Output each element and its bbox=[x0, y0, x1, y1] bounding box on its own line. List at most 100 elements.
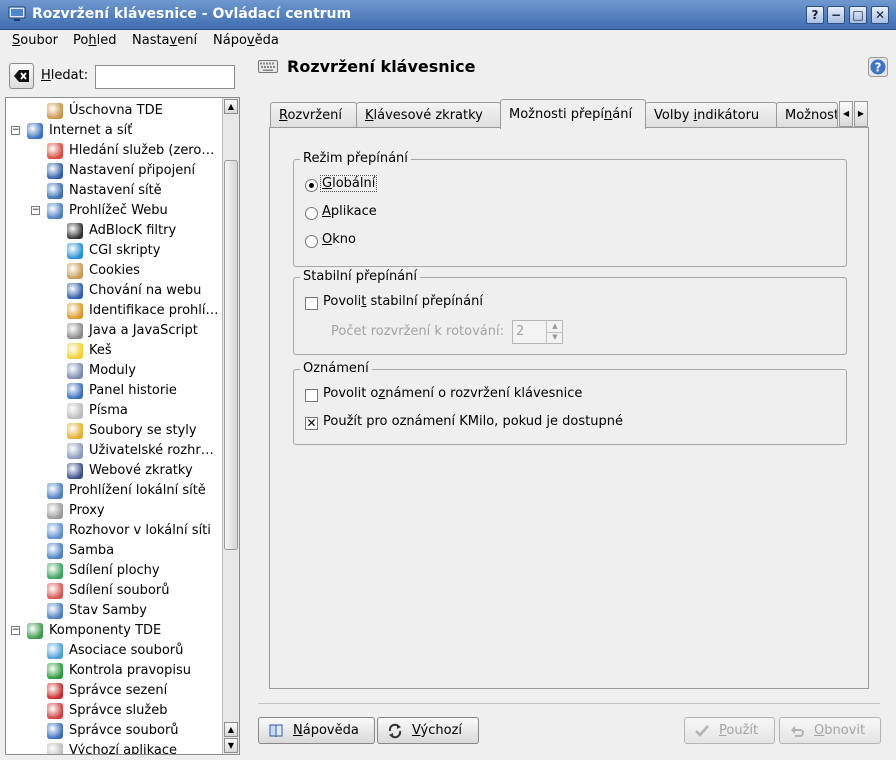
tree-scrollbar[interactable]: ▲ ▲ ▼ bbox=[222, 98, 239, 754]
tree-expander-icon[interactable]: − bbox=[31, 206, 40, 215]
tree-expander-icon[interactable]: − bbox=[11, 126, 20, 135]
tree-item[interactable]: Správce souborů bbox=[6, 721, 224, 741]
tree-item[interactable]: Proxy bbox=[6, 501, 224, 521]
scrollbar-thumb[interactable] bbox=[224, 160, 238, 550]
kmilo-notification-label[interactable]: Použít pro oznámení KMilo, pokud je dost… bbox=[323, 414, 623, 429]
tab-layout[interactable]: Rozvržení bbox=[270, 102, 357, 127]
close-button[interactable]: ✕ bbox=[871, 6, 889, 24]
tree-item[interactable]: Nastavení sítě bbox=[6, 181, 224, 201]
scroll-up-button-lower[interactable]: ▲ bbox=[224, 722, 238, 737]
tree-item[interactable]: Soubory se styly bbox=[6, 421, 224, 441]
tab-scroll-left-button[interactable]: ◀ bbox=[839, 101, 853, 127]
radio-window[interactable] bbox=[305, 235, 318, 248]
radio-global[interactable] bbox=[305, 179, 318, 192]
tree-item[interactable]: Písma bbox=[6, 401, 224, 421]
tab-layout-label-rest: ozvržení bbox=[287, 108, 342, 123]
tree-item[interactable]: Chování na webu bbox=[6, 281, 224, 301]
layout-notification-checkbox[interactable] bbox=[305, 389, 318, 402]
maximize-button[interactable]: □ bbox=[849, 6, 867, 24]
web-browser-icon bbox=[47, 203, 63, 219]
tree-item-label: Uživatelské rozhr… bbox=[89, 443, 214, 458]
kmilo-notification-checkbox[interactable]: ✕ bbox=[305, 417, 318, 430]
menu-settings[interactable]: Nastavení bbox=[132, 33, 197, 48]
tree-item[interactable]: AdBlocK filtry bbox=[6, 221, 224, 241]
menu-help-accel: v bbox=[246, 33, 255, 48]
tree-item[interactable]: Sdílení plochy bbox=[6, 561, 224, 581]
tree-item-label: Sdílení plochy bbox=[69, 563, 160, 578]
module-tree[interactable]: Úschovna TDE − Internet a síť Hledání služe… bbox=[5, 97, 240, 755]
tree-item-label: Internet a síť bbox=[49, 123, 133, 138]
network-settings-icon bbox=[47, 183, 63, 199]
menu-file[interactable]: Soubor bbox=[12, 33, 58, 48]
tree-item[interactable]: Správce sezení bbox=[6, 681, 224, 701]
help-icon[interactable]: ? bbox=[868, 57, 888, 77]
context-help-button[interactable]: ? bbox=[806, 6, 824, 24]
tree-item[interactable]: Prohlížení lokální sítě bbox=[6, 481, 224, 501]
scroll-down-button[interactable]: ▼ bbox=[224, 738, 238, 753]
layout-notification-label[interactable]: Povolit oznámení o rozvržení klávesnice bbox=[323, 386, 582, 401]
tree-item[interactable]: Panel historie bbox=[6, 381, 224, 401]
tree-item[interactable]: Webové zkratky bbox=[6, 461, 224, 481]
tree-item-label: Prohlížení lokální sítě bbox=[69, 483, 206, 498]
tree-item[interactable]: Úschovna TDE bbox=[6, 101, 224, 121]
sticky-enable-checkbox[interactable] bbox=[305, 297, 318, 310]
tree-item[interactable]: Cookies bbox=[6, 261, 224, 281]
tree-item[interactable]: Asociace souborů bbox=[6, 641, 224, 661]
scroll-up-button[interactable]: ▲ bbox=[224, 99, 238, 114]
tree-item[interactable]: Správce služeb bbox=[6, 701, 224, 721]
search-input[interactable] bbox=[95, 65, 235, 89]
tree-item[interactable]: Hledání služeb (zero… bbox=[6, 141, 224, 161]
tree-item[interactable]: Keš bbox=[6, 341, 224, 361]
spin-down-button[interactable]: ▼ bbox=[546, 332, 563, 343]
menu-help[interactable]: Nápověda bbox=[213, 33, 279, 48]
tree-item[interactable]: Samba bbox=[6, 541, 224, 561]
tree-item[interactable]: Stav Samby bbox=[6, 601, 224, 621]
tree-item[interactable]: − Internet a síť bbox=[6, 121, 224, 141]
tree-item[interactable]: Výchozí aplikace bbox=[6, 741, 224, 754]
tree-item-label: Asociace souborů bbox=[69, 643, 184, 658]
apply-button[interactable]: Použít bbox=[684, 717, 775, 744]
menu-view[interactable]: Pohled bbox=[73, 33, 116, 48]
menu-view-label: Po bbox=[73, 33, 89, 48]
tab-scroll-right-button[interactable]: ▶ bbox=[854, 101, 868, 127]
tree-item[interactable]: Sdílení souborů bbox=[6, 581, 224, 601]
checkmark-icon bbox=[695, 725, 709, 737]
tree-item[interactable]: − Komponenty TDE bbox=[6, 621, 224, 641]
title-bar[interactable]: Rozvržení klávesnice - Ovládací centrum … bbox=[0, 0, 896, 30]
radio-global-label[interactable]: Globální bbox=[320, 175, 378, 192]
reset-button-label: Obnovit bbox=[814, 723, 866, 738]
tree-expander-icon[interactable]: − bbox=[11, 626, 20, 635]
tree-item[interactable]: CGI skripty bbox=[6, 241, 224, 261]
clear-search-button[interactable] bbox=[9, 63, 34, 89]
tree-item-label: Správce sezení bbox=[69, 683, 168, 698]
tab-shortcuts[interactable]: Klávesové zkratky bbox=[356, 102, 501, 127]
module-title: Rozvržení klávesnice bbox=[287, 57, 476, 76]
tree-item[interactable]: Java a JavaScript bbox=[6, 321, 224, 341]
tree-item[interactable]: Moduly bbox=[6, 361, 224, 381]
help-button[interactable]: Nápověda bbox=[258, 717, 375, 744]
tab-options-truncated[interactable]: Možnost bbox=[776, 102, 838, 127]
radio-application-label[interactable]: Aplikace bbox=[322, 204, 377, 219]
radio-window-label[interactable]: Okno bbox=[322, 232, 356, 247]
tree-item[interactable]: Kontrola pravopisu bbox=[6, 661, 224, 681]
tree-item[interactable]: Nastavení připojení bbox=[6, 161, 224, 181]
default-apps-icon bbox=[47, 743, 63, 754]
defaults-button[interactable]: Výchozí bbox=[377, 717, 479, 744]
identification-icon bbox=[67, 303, 83, 319]
tab-indicator-options[interactable]: Volby indikátoru bbox=[645, 102, 777, 127]
cache-icon bbox=[67, 343, 83, 359]
tree-item-label: Moduly bbox=[89, 363, 136, 378]
plugin-icon bbox=[67, 363, 83, 379]
sticky-enable-label[interactable]: Povolit stabilní přepínání bbox=[323, 294, 483, 309]
tree-item[interactable]: Uživatelské rozhr… bbox=[6, 441, 224, 461]
radio-application[interactable] bbox=[305, 207, 318, 220]
tree-item[interactable]: Identifikace prohlí… bbox=[6, 301, 224, 321]
tab-switch-options[interactable]: Možnosti přepínání bbox=[500, 99, 646, 129]
minimize-button[interactable]: − bbox=[827, 6, 845, 24]
reset-button[interactable]: Obnovit bbox=[779, 717, 881, 744]
tree-item[interactable]: Rozhovor v lokální síti bbox=[6, 521, 224, 541]
rotation-count-spinbox[interactable]: 2 ▲ ▼ bbox=[512, 320, 563, 344]
tree-item-label: Samba bbox=[69, 543, 115, 558]
tab-switch-options-label-rest: ání bbox=[612, 107, 633, 122]
tree-item[interactable]: − Prohlížeč Webu bbox=[6, 201, 224, 221]
